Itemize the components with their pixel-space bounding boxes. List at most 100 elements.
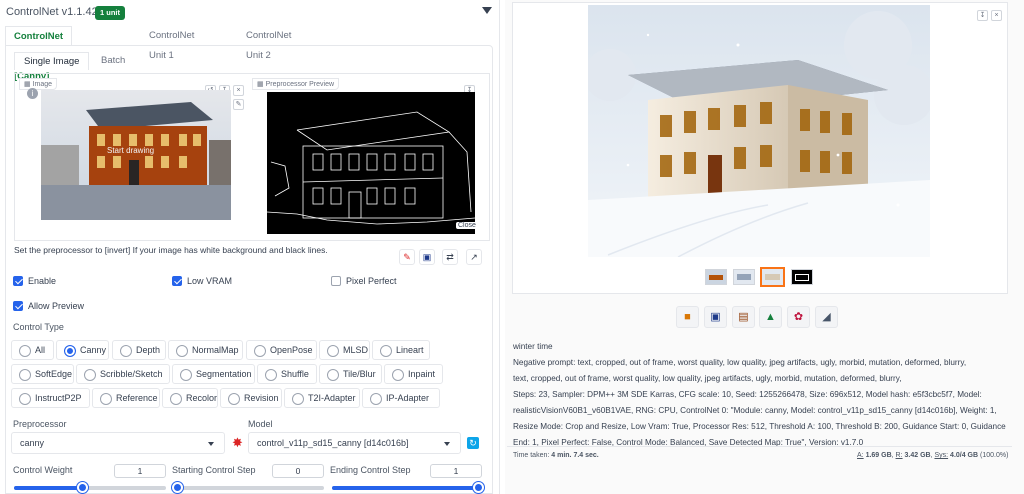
edit-icon[interactable]: ✎ <box>399 249 415 265</box>
control-weight-slider[interactable] <box>14 482 166 493</box>
vram-stats: A: 1.69 GB, R: 3.42 GB, Sys: 4.0/4 GB (1… <box>857 452 1009 459</box>
thumbnail-2[interactable] <box>733 269 755 285</box>
pixel-perfect-checkbox[interactable] <box>331 276 341 286</box>
slider-fill <box>332 486 482 490</box>
time-taken: Time taken: 4 min. 7.4 sec. <box>513 452 599 459</box>
radio-instructp2p[interactable]: InstructP2P <box>11 388 90 408</box>
info-icon[interactable]: i <box>27 88 38 99</box>
thumbnail-1[interactable] <box>705 269 727 285</box>
control-type-label: Control Type <box>13 322 64 332</box>
radio-all[interactable]: All <box>11 340 54 360</box>
image-label: ▦ Image <box>19 78 58 90</box>
output-panel: ↧ × ■ ▣ ▤ ▲ ✿ ◢ winter time Negative pro… <box>505 0 1024 494</box>
start-drawing-text: Start drawing <box>107 146 155 155</box>
output-prompt: winter time <box>513 342 553 351</box>
vram-r-label: R: <box>895 452 903 459</box>
send-to-inpaint-icon[interactable]: ✿ <box>787 306 810 328</box>
run-preprocessor-icon[interactable]: ✸ <box>232 434 243 452</box>
download-icon[interactable]: ↧ <box>977 10 988 21</box>
radio-softedge[interactable]: SoftEdge <box>11 364 74 384</box>
ending-step-label: Ending Control Step <box>330 465 411 475</box>
enable-checkbox[interactable] <box>13 276 23 286</box>
tab-single-image[interactable]: Single Image <box>14 52 90 70</box>
radio-scribble-sketch[interactable]: Scribble/Sketch <box>76 364 170 384</box>
radio-mlsd[interactable]: MLSD <box>319 340 370 360</box>
close-preview-button[interactable]: Close <box>456 222 478 229</box>
send-to-extras-icon[interactable]: ◢ <box>815 306 838 328</box>
preview-label: ▦ Preprocessor Preview <box>252 78 340 90</box>
time-taken-label: Time taken: <box>513 452 550 459</box>
output-image[interactable] <box>588 5 930 257</box>
close-icon[interactable]: × <box>233 85 244 96</box>
vram-a-value: 1.69 GB <box>865 452 892 459</box>
folder-icon[interactable]: ■ <box>676 306 699 328</box>
output-info-line-2: text, cropped, out of frame, worst quali… <box>513 374 902 383</box>
radio-openpose[interactable]: OpenPose <box>246 340 317 360</box>
swap-icon[interactable]: ⇄ <box>442 249 458 265</box>
output-info-line-6: End: 1, Pixel Perfect: False, Control Mo… <box>513 438 864 447</box>
chevron-down-icon <box>208 442 214 446</box>
vram-a-label: A: <box>857 452 864 459</box>
unit-panel: Single Image Batch ▦ Image i ↺ ↧ × ✎ <box>5 45 493 494</box>
vram-sys-label: Sys: <box>934 452 949 459</box>
radio-ip-adapter[interactable]: IP-Adapter <box>362 388 440 408</box>
radio-lineart[interactable]: Lineart <box>372 340 430 360</box>
camera-icon[interactable]: ▣ <box>419 249 435 265</box>
starting-step-slider[interactable] <box>172 482 324 493</box>
ending-step-input[interactable]: 1 <box>430 464 482 478</box>
thumbnail-3-selected[interactable] <box>760 267 785 287</box>
output-info-line-1: Negative prompt: text, cropped, out of f… <box>513 358 967 367</box>
output-info-line-5: Resize Mode: Crop and Resize, Low Vram: … <box>513 422 1006 431</box>
radio-segmentation[interactable]: Segmentation <box>172 364 255 384</box>
starting-step-input[interactable]: 0 <box>272 464 324 478</box>
control-weight-input[interactable]: 1 <box>114 464 166 478</box>
zip-icon[interactable]: ▤ <box>732 306 755 328</box>
refresh-icon[interactable]: ↻ <box>467 437 479 449</box>
chevron-down-icon <box>444 442 450 446</box>
send-dimensions-icon[interactable]: ↗ <box>466 249 482 265</box>
tab-unit-1[interactable]: ControlNet Unit 1 <box>141 26 202 61</box>
radio-reference[interactable]: Reference <box>92 388 160 408</box>
collapse-arrow-icon[interactable] <box>482 7 492 14</box>
allow-preview-checkbox[interactable] <box>13 301 23 311</box>
tab-unit-0[interactable]: ControlNet Unit 0 [Canny] <box>5 26 73 82</box>
unit-count-badge: 1 unit <box>95 6 125 20</box>
radio-tile-blur[interactable]: Tile/Blur <box>319 364 382 384</box>
slider-fill <box>14 486 83 490</box>
slider-knob[interactable] <box>172 482 183 493</box>
save-icon[interactable]: ▣ <box>704 306 727 328</box>
vram-sys-value: 4.0/4 GB <box>950 452 979 459</box>
model-value: control_v11p_sd15_canny [d14c016b] <box>257 438 409 448</box>
tab-unit-2[interactable]: ControlNet Unit 2 <box>238 26 299 61</box>
tab-batch[interactable]: Batch <box>92 52 134 70</box>
preprocessor-label: Preprocessor <box>13 419 67 429</box>
slider-knob[interactable] <box>473 482 484 493</box>
radio-inpaint[interactable]: Inpaint <box>384 364 443 384</box>
model-select[interactable]: control_v11p_sd15_canny [d14c016b] <box>248 432 461 454</box>
thumbnail-4[interactable] <box>791 269 813 285</box>
brush-icon[interactable]: ✎ <box>233 99 244 110</box>
radio-shuffle[interactable]: Shuffle <box>257 364 317 384</box>
slider-knob[interactable] <box>76 482 88 493</box>
preprocessor-select[interactable]: canny <box>11 432 225 454</box>
radio-t2i-adapter[interactable]: T2I-Adapter <box>284 388 360 408</box>
vram-r-value: 3.42 GB <box>904 452 931 459</box>
ending-step-slider[interactable] <box>332 482 484 493</box>
starting-step-label: Starting Control Step <box>172 465 256 475</box>
controlnet-panel: ControlNet v1.1.423 1 unit ControlNet Un… <box>0 0 500 494</box>
output-gallery: ↧ × <box>512 2 1008 294</box>
preprocessor-value: canny <box>20 438 45 448</box>
send-to-img2img-icon[interactable]: ▲ <box>759 306 782 328</box>
low-vram-checkbox[interactable] <box>172 276 182 286</box>
close-icon[interactable]: × <box>991 10 1002 21</box>
radio-depth[interactable]: Depth <box>112 340 166 360</box>
radio-canny[interactable]: Canny <box>56 340 109 360</box>
image-area: ▦ Image i ↺ ↧ × ✎ <box>14 73 490 241</box>
input-image-canvas[interactable]: ▦ Image i ↺ ↧ × ✎ <box>19 78 247 238</box>
radio-revision[interactable]: Revision <box>220 388 282 408</box>
radio-recolor[interactable]: Recolor <box>162 388 218 408</box>
house-photo <box>41 90 231 220</box>
preview-image-area: ▦ Preprocessor Preview ↧ Close <box>252 78 478 238</box>
divider <box>507 446 1012 447</box>
radio-normalmap[interactable]: NormalMap <box>168 340 243 360</box>
